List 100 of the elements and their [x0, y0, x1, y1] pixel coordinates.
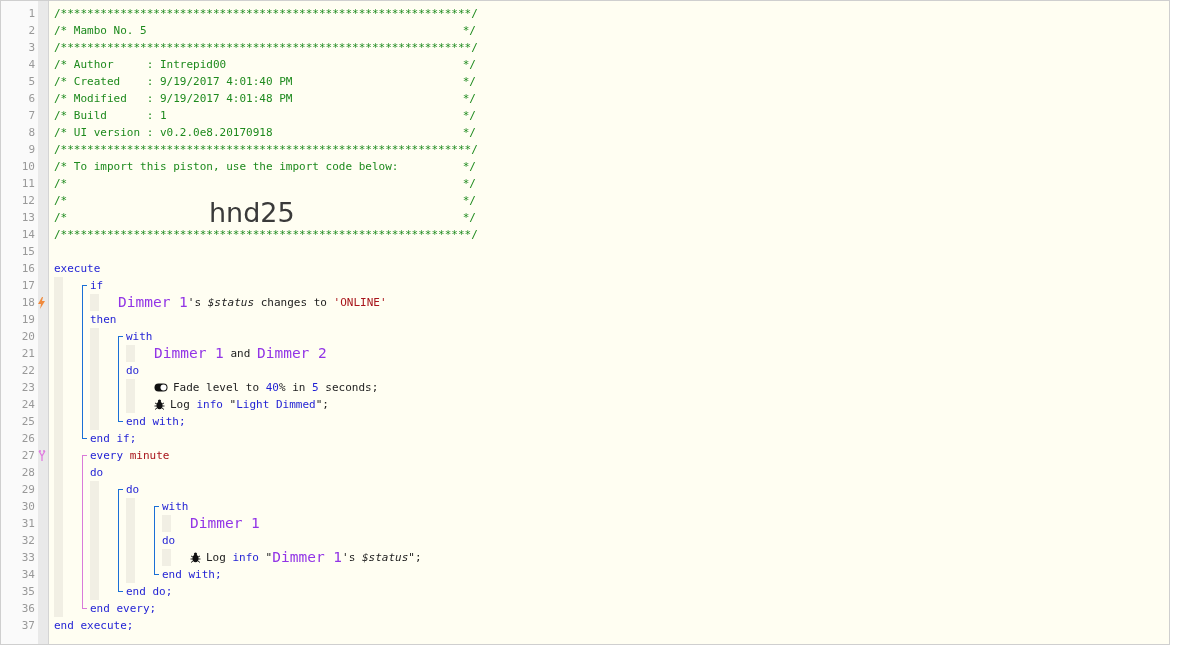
line-number: 25	[20, 415, 35, 428]
code-token: then	[90, 312, 117, 328]
code-token: changes to	[259, 295, 328, 311]
code-token: 'ONLINE'	[333, 295, 387, 311]
line-number: 22	[20, 364, 35, 377]
import-code: hnd25	[209, 197, 295, 229]
code-token: end if;	[90, 431, 137, 447]
toggle-icon	[154, 383, 168, 392]
code-token: Fade level to	[173, 380, 261, 396]
line-number: 29	[20, 483, 35, 496]
line-number: 12	[20, 194, 35, 207]
comment-line: /*	[54, 176, 68, 192]
line-number: 3	[27, 41, 35, 54]
comment-end: */	[462, 193, 476, 209]
code-token: Light Dimmed	[236, 397, 316, 413]
code-token: do	[126, 482, 140, 498]
line-number: 1	[27, 7, 35, 20]
line-number: 2	[27, 24, 35, 37]
line-number: 6	[27, 92, 35, 105]
code-token: end every;	[90, 601, 157, 617]
device-name: Dimmer 1	[272, 549, 343, 566]
line-number: 21	[20, 347, 35, 360]
device-name: Dimmer 2	[256, 345, 327, 362]
comment-end: */	[462, 57, 476, 73]
line-number: 10	[20, 160, 35, 173]
line-number: 8	[27, 126, 35, 139]
comment-line: /* UI version : v0.2.0e8.20170918	[54, 125, 273, 141]
code-token: do	[90, 465, 104, 481]
comment-line: /**************************************************************/	[54, 6, 478, 22]
comment-end: */	[462, 125, 476, 141]
code-token: 's	[342, 550, 357, 566]
line-number: 28	[20, 466, 35, 479]
code-token: 40	[265, 380, 279, 396]
line-number: 34	[20, 568, 35, 581]
device-name: Dimmer 1	[190, 515, 260, 532]
device-name: Dimmer 1	[118, 294, 188, 311]
code-token: end with;	[126, 414, 186, 430]
code-token: and	[229, 346, 252, 362]
code-token: ";	[408, 550, 422, 566]
code-token: seconds;	[324, 380, 379, 396]
line-number: 9	[27, 143, 35, 156]
line-number: 35	[20, 585, 35, 598]
code-token: "	[228, 397, 237, 413]
code-token: Log	[206, 550, 227, 566]
comment-line: /* Created : 9/19/2017 4:01:40 PM	[54, 74, 293, 90]
comment-line: /* Modified : 9/19/2017 4:01:48 PM	[54, 91, 293, 107]
code-token: with	[126, 329, 153, 345]
line-number: 31	[20, 517, 35, 530]
line-number: 36	[20, 602, 35, 615]
code-token: do	[162, 533, 176, 549]
line-number: 32	[20, 534, 35, 547]
code-token: ";	[315, 397, 329, 413]
code-token: $status	[361, 550, 409, 566]
line-number: 27	[20, 449, 35, 462]
line-number: 4	[27, 58, 35, 71]
comment-line: /**************************************************************/	[54, 227, 478, 243]
comment-end: */	[462, 91, 476, 107]
comment-line: /**************************************************************/	[54, 142, 478, 158]
code-token: Log	[170, 397, 191, 413]
code-token: 5	[312, 380, 319, 396]
comment-line: /**************************************************************/	[54, 40, 478, 56]
line-number: 24	[20, 398, 35, 411]
line-number: 19	[20, 313, 35, 326]
comment-line: /* Build : 1	[54, 108, 167, 124]
code-token: 's	[187, 295, 203, 311]
comment-line: /* To import this piston, use the import code below:	[54, 159, 399, 175]
code-token: minute	[129, 448, 170, 464]
code-token: every	[90, 448, 125, 464]
line-number: 11	[20, 177, 35, 190]
line-number: 20	[20, 330, 35, 343]
code-token: with	[162, 499, 189, 515]
comment-line: /*	[54, 193, 68, 209]
line-number: 14	[20, 228, 35, 241]
bug-icon	[190, 552, 201, 563]
code-token: info	[196, 397, 223, 413]
line-number: 13	[20, 211, 35, 224]
comment-end: */	[462, 159, 476, 175]
code-token: end execute;	[54, 618, 134, 634]
comment-end: */	[462, 210, 476, 226]
code-token: execute	[54, 261, 101, 277]
device-name: Dimmer 1	[154, 345, 224, 362]
line-number: 16	[20, 262, 35, 275]
code-token: % in	[278, 380, 307, 396]
line-number: 18	[20, 296, 35, 309]
code-token: info	[232, 550, 259, 566]
bug-icon	[154, 399, 165, 410]
line-number: 15	[20, 245, 35, 258]
line-number: 33	[20, 551, 35, 564]
code-token: end with;	[162, 567, 222, 583]
code-token: "	[264, 550, 273, 566]
comment-line: /*	[54, 210, 68, 226]
code-token: do	[126, 363, 140, 379]
comment-end: */	[462, 176, 476, 192]
line-number: 30	[20, 500, 35, 513]
line-number: 37	[20, 619, 35, 632]
line-number: 7	[27, 109, 35, 122]
line-number: 26	[20, 432, 35, 445]
line-number: 23	[20, 381, 35, 394]
code-token: end do;	[126, 584, 173, 600]
line-number: 5	[27, 75, 35, 88]
